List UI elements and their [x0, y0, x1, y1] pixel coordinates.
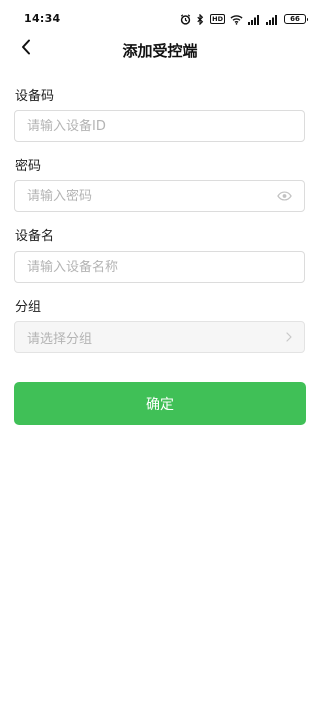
group-label: 分组 [15, 300, 42, 315]
chevron-right-icon [286, 332, 292, 342]
device-name-label: 设备名 [15, 229, 55, 244]
device-name-input[interactable] [27, 259, 292, 275]
bluetooth-icon [196, 13, 205, 25]
status-time: 14:34 [24, 12, 61, 25]
status-bar: 14:34 HD 66 [0, 0, 320, 36]
signal-icon [248, 14, 261, 25]
password-input[interactable] [27, 188, 271, 204]
confirm-button[interactable]: 确定 [14, 382, 306, 425]
nav-bar: 添加受控端 [0, 36, 320, 64]
group-select-placeholder: 请选择分组 [27, 331, 93, 347]
password-field[interactable] [14, 180, 305, 212]
device-code-field[interactable] [14, 110, 305, 142]
alarm-icon [180, 13, 191, 25]
wifi-icon [230, 14, 243, 25]
device-name-field[interactable] [14, 251, 305, 283]
group-select[interactable]: 请选择分组 [14, 321, 305, 353]
status-icons: HD 66 [180, 12, 308, 26]
device-code-label: 设备码 [15, 89, 55, 104]
page-title: 添加受控端 [122, 42, 198, 60]
password-label: 密码 [15, 159, 42, 174]
eye-icon[interactable] [277, 191, 292, 201]
hd-icon: HD [210, 14, 225, 24]
device-code-input[interactable] [27, 118, 292, 134]
signal-icon [266, 14, 279, 25]
battery-icon: 66 [284, 14, 308, 24]
